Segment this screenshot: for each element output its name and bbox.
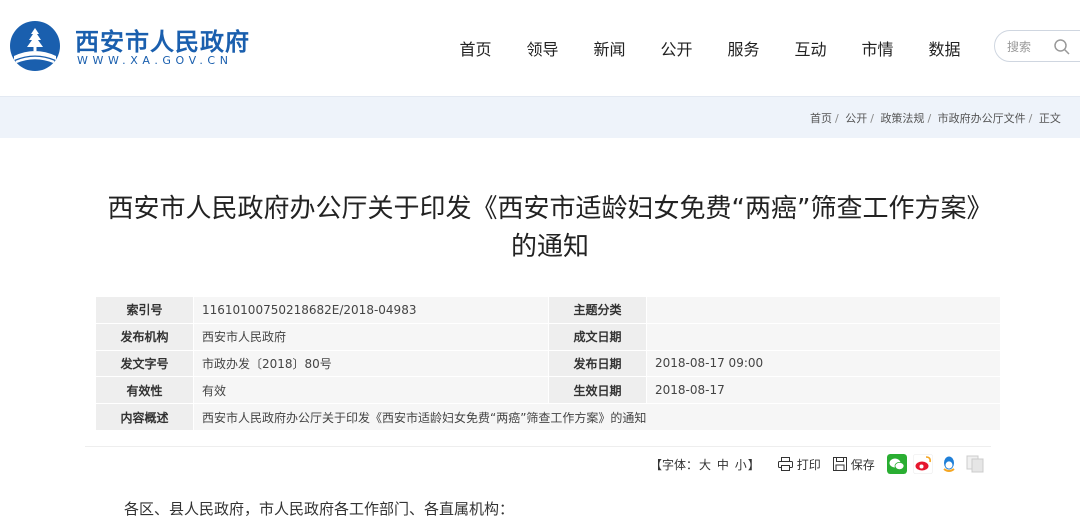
index-label: 索引号 — [95, 296, 194, 324]
nav-item-home[interactable]: 首页 — [442, 36, 509, 59]
page-title-line-2: 的通知 — [510, 232, 589, 262]
breadcrumb-policy[interactable]: 政策法规 — [880, 112, 924, 125]
site-header: 西安市人民政府 WWW.XA.GOV.CN 首页 领导 新闻 公开 服务 互动 … — [0, 0, 1080, 96]
weibo-icon[interactable] — [912, 454, 933, 474]
article-tools: 【字体：大 中 小】 打印 保存 — [650, 452, 991, 476]
logo-emblem-icon[interactable] — [6, 20, 64, 72]
font-size-close: 】 — [747, 457, 760, 472]
nav-item-leaders[interactable]: 领导 — [509, 36, 576, 59]
index-value: 11610100750218682E/2018-04983 — [193, 296, 549, 324]
published-date-value: 2018-08-17 09:00 — [646, 349, 1001, 378]
breadcrumb-separator: / — [835, 112, 839, 125]
main-nav: 首页 领导 新闻 公开 服务 互动 市情 数据 — [442, 36, 978, 59]
breadcrumb-separator: / — [1028, 112, 1033, 125]
table-row: 发文字号 市政办发〔2018〕80号 发布日期 2018-08-17 09:00 — [95, 349, 1001, 378]
breadcrumb-separator: / — [870, 112, 874, 125]
breadcrumb: 首页 / 公开 / 政策法规 / 市政府办公厅文件 / 正文 — [810, 110, 1061, 126]
published-date-label: 发布日期 — [548, 349, 647, 378]
divider — [85, 446, 991, 447]
nav-item-data[interactable]: 数据 — [911, 36, 978, 59]
effective-date-label: 生效日期 — [548, 376, 647, 405]
breadcrumb-public[interactable]: 公开 — [845, 112, 867, 125]
nav-item-interaction[interactable]: 互动 — [777, 36, 844, 59]
print-label: 打印 — [796, 457, 821, 472]
copy-icon[interactable] — [965, 454, 985, 474]
topic-label: 主题分类 — [548, 296, 647, 324]
search-box — [994, 30, 1080, 62]
breadcrumb-home[interactable]: 首页 — [810, 112, 832, 125]
topic-value — [646, 296, 1001, 324]
validity-label: 有效性 — [95, 376, 194, 405]
article-greeting: 各区、县人民政府，市人民政府各工作部门、各直属机构： — [124, 500, 515, 518]
wechat-icon[interactable] — [886, 454, 907, 474]
effective-date-value: 2018-08-17 — [646, 376, 1001, 405]
publisher-value: 西安市人民政府 — [193, 322, 549, 351]
table-row: 内容概述 西安市人民政府办公厅关于印发《西安市适龄妇女免费“两癌”筛查工作方案》… — [95, 403, 1001, 431]
save-icon — [832, 457, 847, 471]
breadcrumb-office-docs[interactable]: 市政府办公厅文件 — [938, 112, 1026, 125]
table-row: 有效性 有效 生效日期 2018-08-17 — [95, 376, 1001, 405]
page-title: 西安市人民政府办公厅关于印发《西安市适龄妇女免费“两癌”筛查工作方案》 的通知 — [60, 190, 1040, 266]
font-size-medium[interactable]: 中 — [716, 458, 730, 472]
nav-item-city-info[interactable]: 市情 — [844, 36, 911, 59]
qq-icon[interactable] — [938, 454, 959, 474]
font-size-small[interactable]: 小 — [734, 458, 748, 472]
validity-value: 有效 — [193, 376, 549, 405]
printer-icon — [777, 457, 793, 471]
summary-label: 内容概述 — [95, 403, 194, 431]
search-icon[interactable] — [1053, 38, 1071, 56]
doc-number-value: 市政办发〔2018〕80号 — [193, 349, 549, 378]
save-button[interactable]: 保存 — [832, 456, 875, 473]
font-size-large[interactable]: 大 — [698, 458, 712, 472]
site-title[interactable]: 西安市人民政府 — [75, 22, 250, 57]
table-row: 索引号 11610100750218682E/2018-04983 主题分类 — [95, 296, 1001, 324]
save-label: 保存 — [850, 457, 875, 472]
breadcrumb-current: 正文 — [1038, 112, 1061, 125]
print-button[interactable]: 打印 — [777, 456, 821, 473]
created-date-label: 成文日期 — [548, 322, 647, 351]
nav-item-public[interactable]: 公开 — [643, 36, 710, 59]
font-size-open: 【字体： — [650, 457, 699, 472]
nav-item-news[interactable]: 新闻 — [576, 36, 643, 59]
table-row: 发布机构 西安市人民政府 成文日期 — [95, 322, 1001, 351]
breadcrumb-bar: 首页 / 公开 / 政策法规 / 市政府办公厅文件 / 正文 — [0, 96, 1080, 138]
publisher-label: 发布机构 — [95, 322, 194, 351]
summary-value: 西安市人民政府办公厅关于印发《西安市适龄妇女免费“两癌”筛查工作方案》的通知 — [193, 403, 1001, 431]
created-date-value — [646, 322, 1001, 351]
font-size-selector: 【字体：大 中 小】 — [650, 456, 760, 473]
breadcrumb-separator: / — [927, 112, 932, 125]
doc-number-label: 发文字号 — [95, 349, 194, 378]
document-info-table: 索引号 11610100750218682E/2018-04983 主题分类 发… — [95, 296, 1001, 431]
page-title-line-1: 西安市人民政府办公厅关于印发《西安市适龄妇女免费“两癌”筛查工作方案》 — [107, 194, 993, 224]
site-url: WWW.XA.GOV.CN — [77, 54, 233, 67]
nav-item-services[interactable]: 服务 — [710, 36, 777, 59]
